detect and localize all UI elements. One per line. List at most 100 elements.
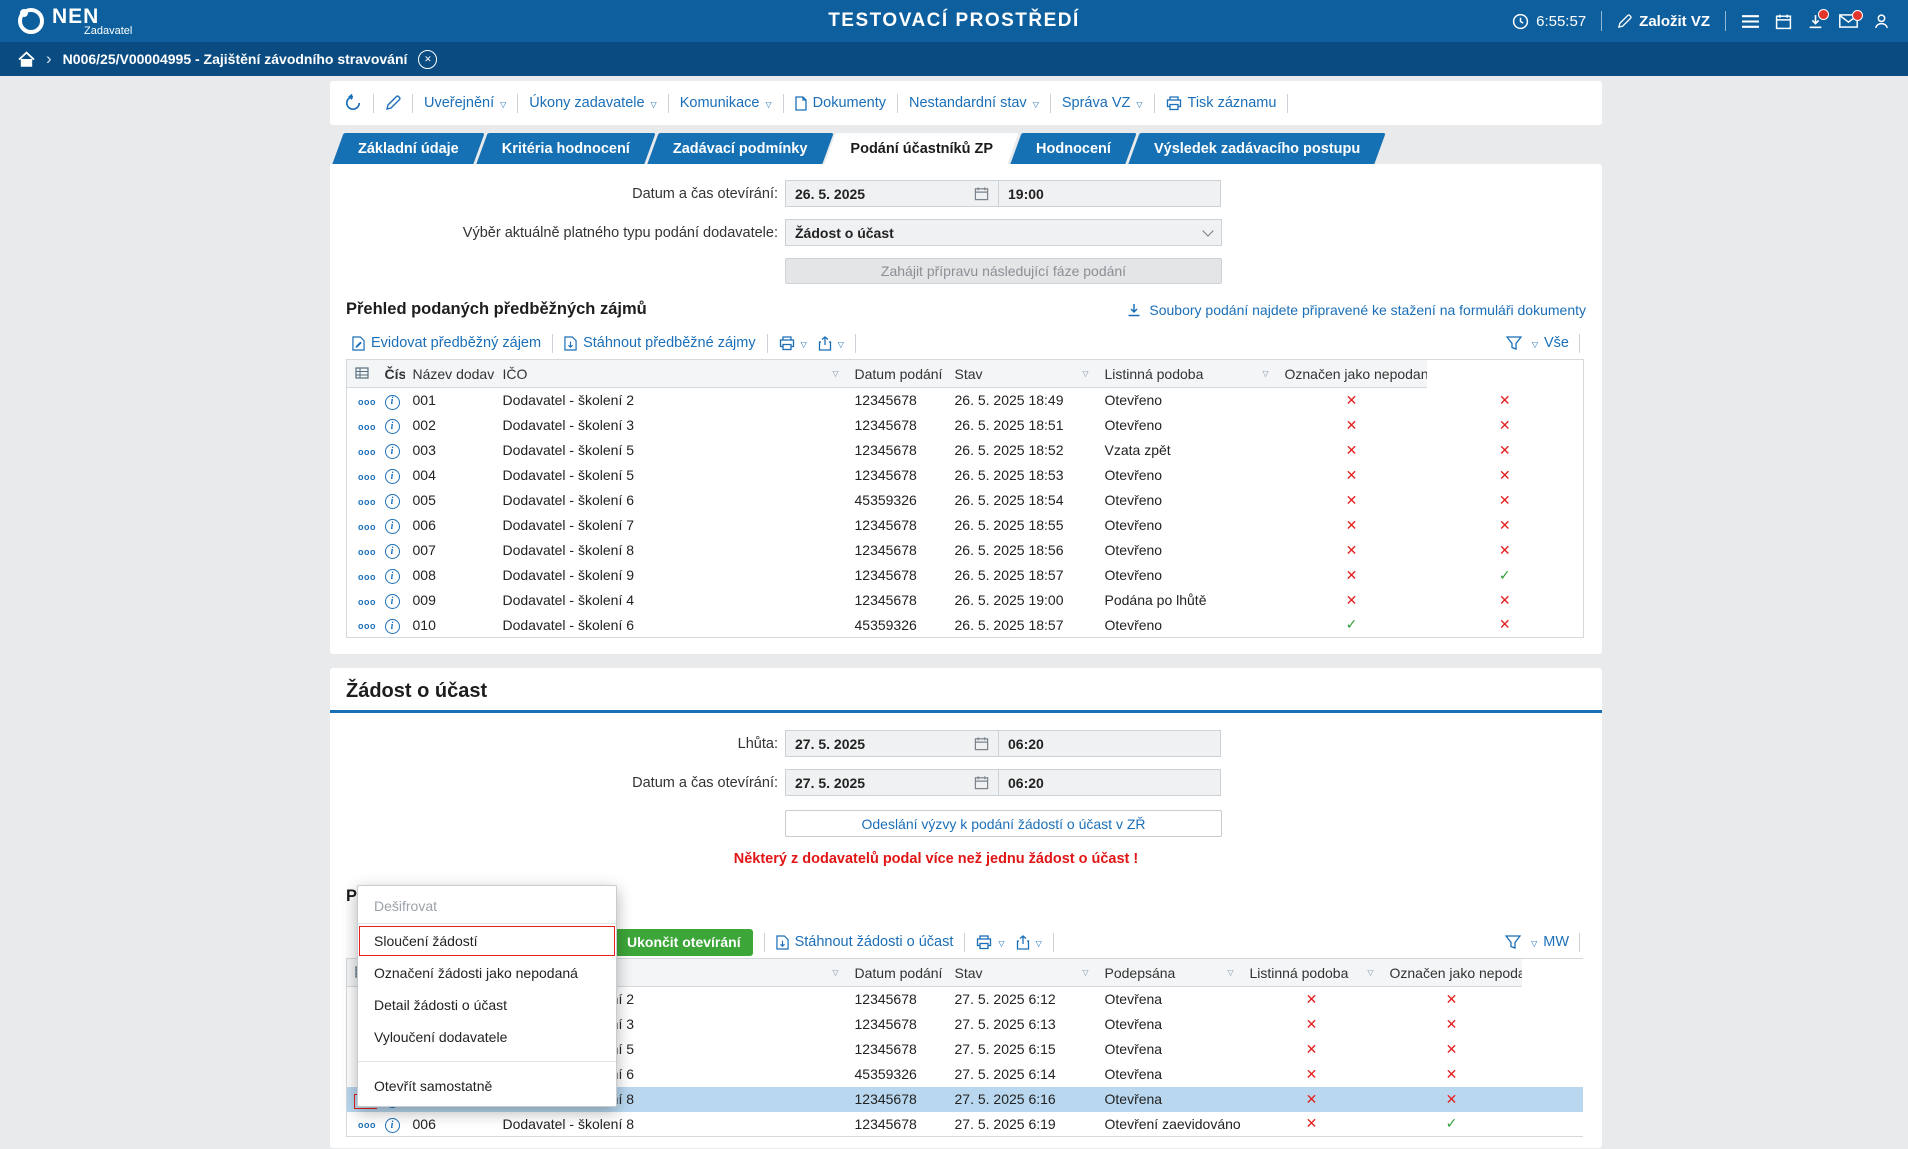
breadcrumb-item[interactable]: N006/25/V00004995 - Zajištění závodního …: [63, 51, 408, 67]
filter-dropdown-icon[interactable]: ▽: [1227, 968, 1233, 977]
menu-button[interactable]: [1741, 14, 1760, 29]
tab-vysledek-zadavaciho-postupu[interactable]: Výsledek zadávacího postupu: [1134, 133, 1380, 164]
send-vyzva-button[interactable]: Odeslání výzvy k podání žádostí o účast …: [785, 810, 1222, 837]
zadost-open-time-input[interactable]: 06:20: [998, 769, 1221, 796]
info-icon[interactable]: [385, 494, 400, 509]
row-actions-button[interactable]: [355, 1119, 377, 1132]
table-row[interactable]: 008 Dodavatel - školení 9 12345678 26. 5…: [347, 563, 1584, 588]
table-row[interactable]: 005 Dodavatel - školení 6 45359326 26. 5…: [347, 488, 1584, 513]
toolbar-ukony-zadavatele[interactable]: Úkony zadavatele ▽: [529, 95, 656, 111]
podani-type-select[interactable]: Žádost o účast: [785, 219, 1222, 246]
row-actions-button[interactable]: [355, 496, 377, 509]
row-actions-button[interactable]: [355, 396, 377, 409]
filter-button[interactable]: [1505, 935, 1521, 949]
tab-hodnoceni[interactable]: Hodnocení: [1016, 133, 1131, 164]
menu-item-slouceni-zadosti[interactable]: Sloučení žádostí: [358, 925, 616, 957]
filter-dropdown-icon[interactable]: ▽: [832, 968, 838, 977]
evidovat-zajem-button[interactable]: Evidovat předběžný zájem: [352, 335, 541, 351]
col-cislo[interactable]: Číslo↑▽: [377, 360, 405, 388]
tab-zadavaci-podminky[interactable]: Zadávací podmínky: [653, 133, 828, 164]
col-datum[interactable]: Datum podání▽: [847, 360, 947, 388]
row-actions-button[interactable]: [355, 546, 377, 559]
menu-item-otevrit-samostatne[interactable]: Otevřít samostatně: [358, 1070, 616, 1102]
info-icon[interactable]: [385, 619, 400, 634]
col-listinna[interactable]: Listinná podoba▽: [1242, 959, 1382, 987]
calendar-button[interactable]: [1775, 13, 1792, 30]
row-actions-button[interactable]: [355, 571, 377, 584]
ukoncit-oteviani-button[interactable]: Ukončit otevírání: [615, 929, 753, 956]
tab-podani-ucastniku-zp[interactable]: Podání účastníků ZP: [830, 133, 1013, 164]
home-button[interactable]: [18, 51, 35, 67]
info-icon[interactable]: [385, 544, 400, 559]
filter-dropdown-icon[interactable]: ▽: [1082, 369, 1088, 378]
row-actions-button[interactable]: [355, 596, 377, 609]
back-button[interactable]: [344, 94, 362, 112]
table-row[interactable]: 004 Dodavatel - školení 5 12345678 26. 5…: [347, 463, 1584, 488]
info-icon[interactable]: [385, 444, 400, 459]
lhuta-date-input[interactable]: 27. 5. 2025: [785, 730, 999, 757]
col-stav[interactable]: Stav▽: [947, 360, 1097, 388]
col-listinna[interactable]: Listinná podoba▽: [1097, 360, 1277, 388]
filter-dropdown-icon[interactable]: ▽: [1367, 968, 1373, 977]
export-grid-button[interactable]: ▽: [1016, 935, 1042, 950]
toolbar-dokumenty[interactable]: Dokumenty: [795, 95, 886, 111]
table-row[interactable]: 007 Dodavatel - školení 8 12345678 26. 5…: [347, 538, 1584, 563]
row-actions-button[interactable]: [355, 421, 377, 434]
create-vz-button[interactable]: Založit VZ: [1617, 13, 1710, 30]
open-date-input[interactable]: 26. 5. 2025: [785, 180, 999, 207]
info-icon[interactable]: [385, 395, 400, 410]
info-icon[interactable]: [385, 419, 400, 434]
info-icon[interactable]: [385, 519, 400, 534]
table-row[interactable]: 006 Dodavatel - školení 8 12345678 27. 5…: [347, 1112, 1584, 1137]
print-grid-button[interactable]: ▽: [976, 935, 1004, 950]
info-icon[interactable]: [385, 569, 400, 584]
filter-button[interactable]: [1506, 336, 1522, 350]
row-actions-button[interactable]: [355, 521, 377, 534]
table-row[interactable]: 003 Dodavatel - školení 5 12345678 26. 5…: [347, 438, 1584, 463]
col-stav[interactable]: Stav▽: [947, 959, 1097, 987]
col-ico[interactable]: IČO▽: [495, 360, 847, 388]
row-actions-button[interactable]: [355, 471, 377, 484]
row-actions-button[interactable]: [355, 446, 377, 459]
toolbar-komunikace[interactable]: Komunikace ▽: [680, 95, 772, 111]
table-row[interactable]: 009 Dodavatel - školení 4 12345678 26. 5…: [347, 588, 1584, 613]
toolbar-uverejneni[interactable]: Uveřejnění ▽: [424, 95, 506, 111]
col-datum[interactable]: Datum podání▽: [847, 959, 947, 987]
table-row[interactable]: 010 Dodavatel - školení 6 45359326 26. 5…: [347, 613, 1584, 638]
row-actions-button[interactable]: [355, 620, 377, 633]
profile-button[interactable]: [1873, 13, 1890, 30]
nen-logo[interactable]: NEN Zadavatel: [18, 6, 132, 37]
table-row[interactable]: 002 Dodavatel - školení 3 12345678 26. 5…: [347, 413, 1584, 438]
info-icon[interactable]: [385, 594, 400, 609]
view-filter-select[interactable]: ▽ Vše: [1532, 335, 1569, 351]
toolbar-tisk-zaznamu[interactable]: Tisk záznamu: [1166, 95, 1277, 111]
filter-dropdown-icon[interactable]: ▽: [1082, 968, 1088, 977]
column-settings-button[interactable]: [347, 360, 377, 388]
toolbar-nestandardni-stav[interactable]: Nestandardní stav ▽: [909, 95, 1039, 111]
messages-button[interactable]: [1839, 14, 1858, 28]
downloads-button[interactable]: [1807, 13, 1824, 30]
files-download-link[interactable]: Soubory podání najdete připravené ke sta…: [1126, 302, 1586, 318]
menu-item-vylouceni-dodavatele[interactable]: Vyloučení dodavatele: [358, 1021, 616, 1053]
open-time-input[interactable]: 19:00: [998, 180, 1221, 207]
col-oznacen[interactable]: Označen jako nepodaný: [1382, 959, 1522, 987]
info-icon[interactable]: [385, 469, 400, 484]
info-icon[interactable]: [385, 1118, 400, 1133]
filter-dropdown-icon[interactable]: ▽: [832, 369, 838, 378]
col-nazev[interactable]: Název dodavatele▽: [405, 360, 495, 388]
col-oznacen[interactable]: Označen jako nepodaný: [1277, 360, 1427, 388]
edit-button[interactable]: [385, 95, 401, 111]
close-record-button[interactable]: ✕: [418, 50, 437, 69]
menu-item-oznaceni-jako-nepodana[interactable]: Označení žádosti jako nepodaná: [358, 957, 616, 989]
toolbar-sprava-vz[interactable]: Správa VZ ▽: [1062, 95, 1143, 111]
table-row[interactable]: 006 Dodavatel - školení 7 12345678 26. 5…: [347, 513, 1584, 538]
zadost-open-date-input[interactable]: 27. 5. 2025: [785, 769, 999, 796]
export-grid-button[interactable]: ▽: [818, 336, 844, 351]
stahnout-zajmy-button[interactable]: Stáhnout předběžné zájmy: [564, 335, 756, 351]
filter-dropdown-icon[interactable]: ▽: [1262, 369, 1268, 378]
table-row[interactable]: 001 Dodavatel - školení 2 12345678 26. 5…: [347, 388, 1584, 413]
view-filter-select[interactable]: ▽ MW: [1531, 934, 1569, 950]
print-grid-button[interactable]: ▽: [779, 336, 807, 351]
tab-kriteria-hodnoceni[interactable]: Kritéria hodnocení: [482, 133, 650, 164]
tab-zakladni-udaje[interactable]: Základní údaje: [338, 133, 479, 164]
